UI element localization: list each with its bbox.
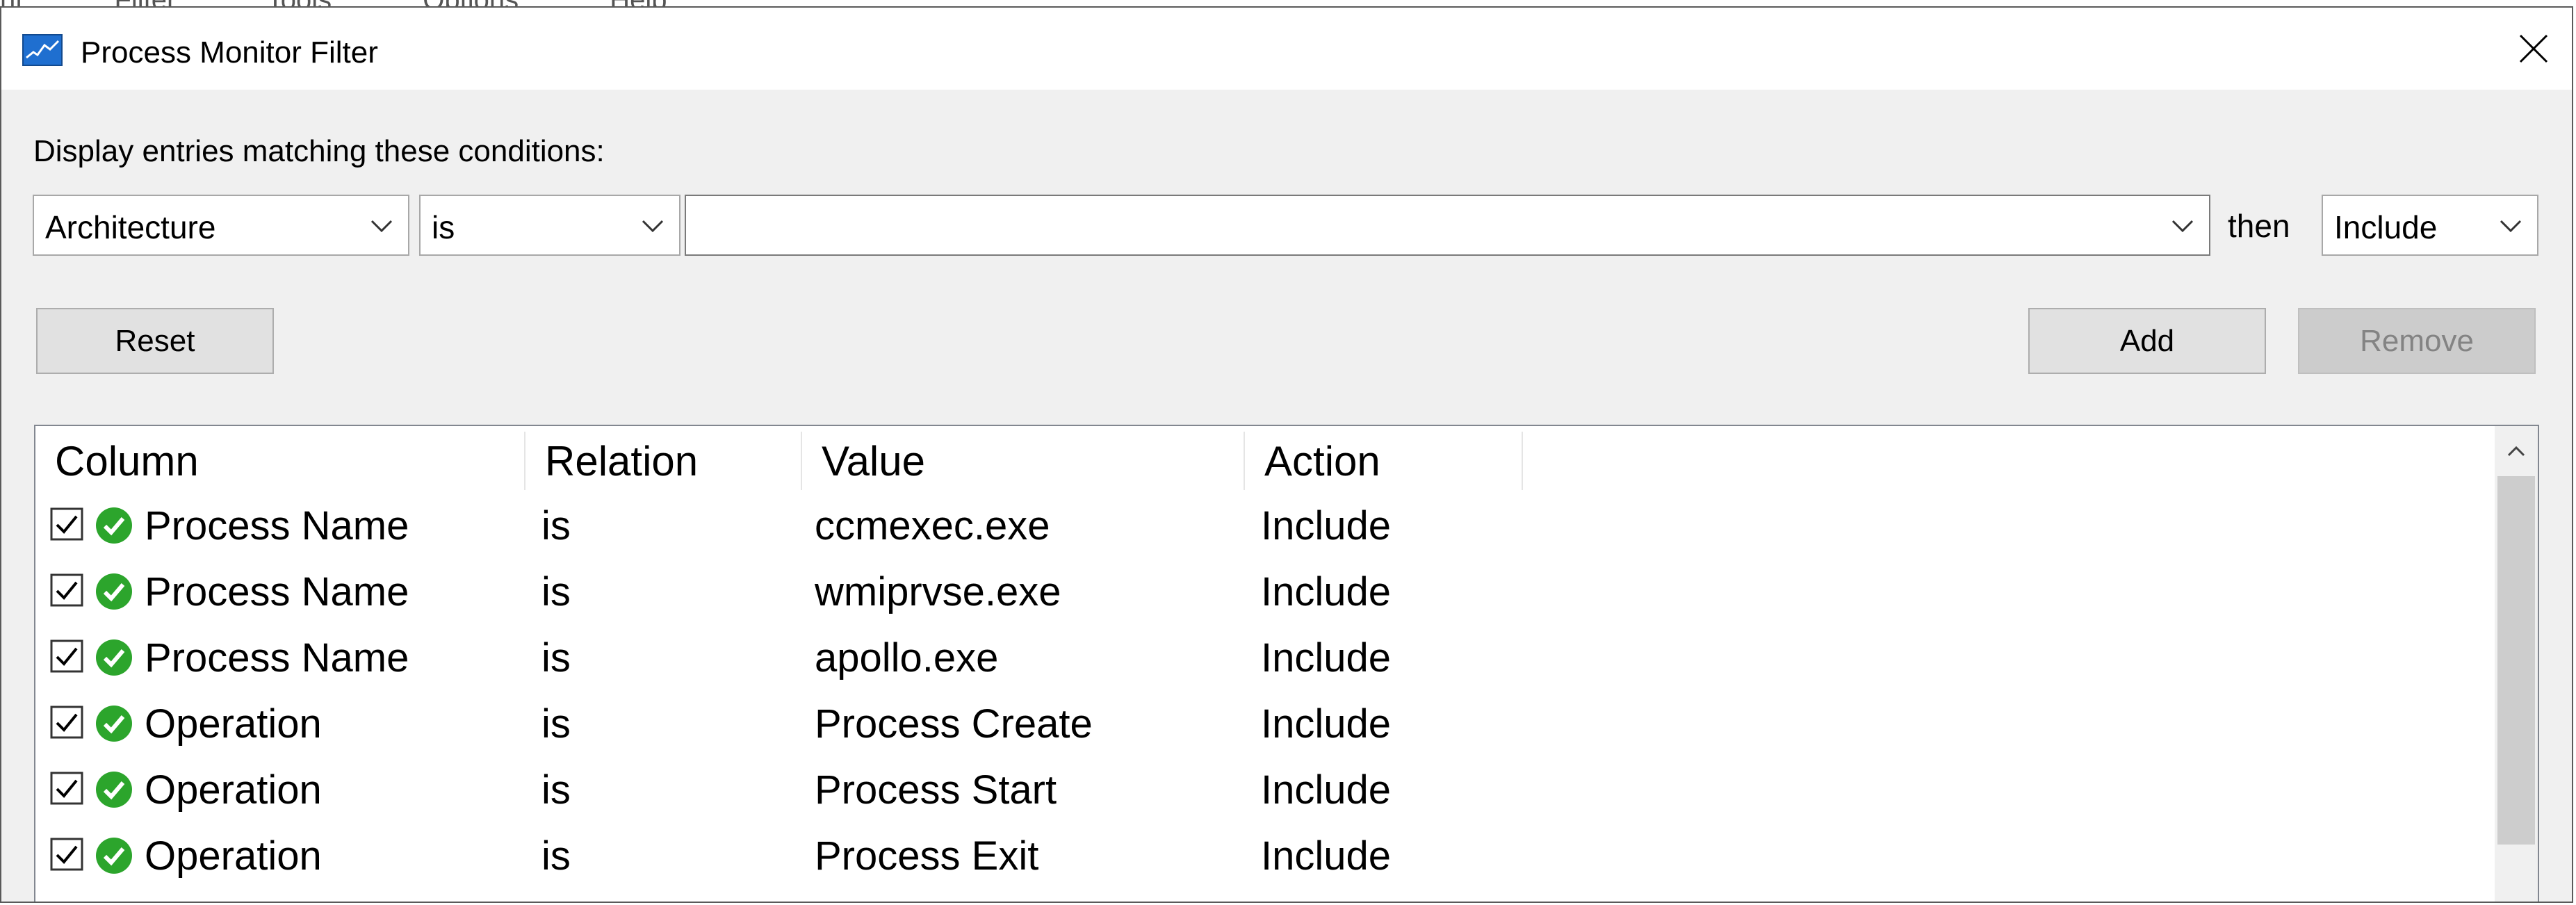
include-check-icon — [96, 772, 132, 808]
enabled-checkbox[interactable] — [49, 771, 84, 806]
column-header-column[interactable]: Column — [35, 432, 525, 490]
include-check-icon — [96, 639, 132, 676]
cell-value: wmiprvse.exe — [815, 569, 1061, 614]
cell-relation: is — [541, 503, 571, 548]
filter-rules-list[interactable]: Column Relation Value Action Process Nam… — [34, 425, 2539, 902]
chevron-down-icon — [2171, 220, 2194, 233]
table-row[interactable]: Operation is Process Exit Include — [35, 820, 2482, 886]
include-check-icon — [96, 838, 132, 874]
chevron-down-icon — [2500, 220, 2522, 233]
then-label: then — [2228, 208, 2290, 244]
column-header-value[interactable]: Value — [802, 432, 1245, 490]
relation-select-value: is — [432, 209, 455, 245]
add-button[interactable]: Add — [2028, 308, 2266, 374]
filter-dialog: Process Monitor Filter Display entries m… — [0, 6, 2573, 903]
cell-column: Operation — [145, 767, 322, 813]
vertical-scrollbar[interactable] — [2495, 426, 2538, 902]
title-bar: Process Monitor Filter — [1, 8, 2572, 90]
cell-value: Process Start — [815, 767, 1057, 813]
chevron-down-icon — [370, 220, 393, 233]
include-check-icon — [96, 706, 132, 742]
include-check-icon — [96, 573, 132, 610]
window-title: Process Monitor Filter — [81, 35, 378, 70]
close-icon — [2519, 34, 2548, 63]
enabled-checkbox[interactable] — [49, 837, 84, 872]
cell-value: Process Exit — [815, 833, 1039, 879]
cell-action: Include — [1261, 833, 1392, 879]
cell-relation: is — [541, 701, 571, 747]
table-row[interactable]: Process Name is apollo.exe Include — [35, 622, 2482, 688]
value-combo-input[interactable] — [685, 195, 2210, 256]
table-row[interactable]: Operation is Process Start Include — [35, 754, 2482, 820]
cell-value: ccmexec.exe — [815, 503, 1050, 548]
process-monitor-icon — [22, 34, 63, 66]
chevron-up-icon — [2507, 446, 2525, 457]
enabled-checkbox[interactable] — [49, 639, 84, 674]
column-select[interactable]: Architecture — [33, 195, 409, 256]
table-row[interactable]: Operation is Process Create Include — [35, 688, 2482, 754]
column-header-action[interactable]: Action — [1245, 432, 1523, 490]
cell-column: Process Name — [145, 503, 409, 548]
column-header-relation[interactable]: Relation — [525, 432, 802, 490]
action-select[interactable]: Include — [2322, 195, 2538, 256]
cell-relation: is — [541, 569, 571, 614]
cell-action: Include — [1261, 767, 1392, 813]
table-row[interactable]: Process Name is ccmexec.exe Include — [35, 490, 2482, 556]
enabled-checkbox[interactable] — [49, 507, 84, 541]
action-select-value: Include — [2334, 209, 2438, 245]
scroll-up-button[interactable] — [2495, 433, 2538, 469]
cell-action: Include — [1261, 503, 1392, 548]
background-menu-bar: nt Filter Tools Options Help — [0, 0, 751, 15]
reset-button[interactable]: Reset — [36, 308, 274, 374]
cell-column: Process Name — [145, 635, 409, 680]
close-button[interactable] — [2495, 8, 2572, 90]
cell-column: Process Name — [145, 569, 409, 614]
cell-action: Include — [1261, 701, 1392, 747]
cell-relation: is — [541, 767, 571, 813]
relation-select[interactable]: is — [419, 195, 680, 256]
cell-column: Operation — [145, 701, 322, 747]
cell-action: Include — [1261, 635, 1392, 680]
remove-button[interactable]: Remove — [2298, 308, 2536, 374]
cell-value: Process Create — [815, 701, 1093, 747]
column-select-value: Architecture — [45, 209, 216, 245]
cell-relation: is — [541, 833, 571, 879]
enabled-checkbox[interactable] — [49, 705, 84, 740]
chevron-down-icon — [642, 220, 664, 233]
include-check-icon — [96, 507, 132, 544]
scrollbar-thumb[interactable] — [2497, 476, 2535, 845]
cell-value: apollo.exe — [815, 635, 999, 680]
conditions-prompt: Display entries matching these condition… — [33, 134, 605, 168]
cell-action: Include — [1261, 569, 1392, 614]
table-row[interactable]: Process Name is wmiprvse.exe Include — [35, 556, 2482, 622]
enabled-checkbox[interactable] — [49, 573, 84, 608]
cell-relation: is — [541, 635, 571, 680]
cell-column: Operation — [145, 833, 322, 879]
